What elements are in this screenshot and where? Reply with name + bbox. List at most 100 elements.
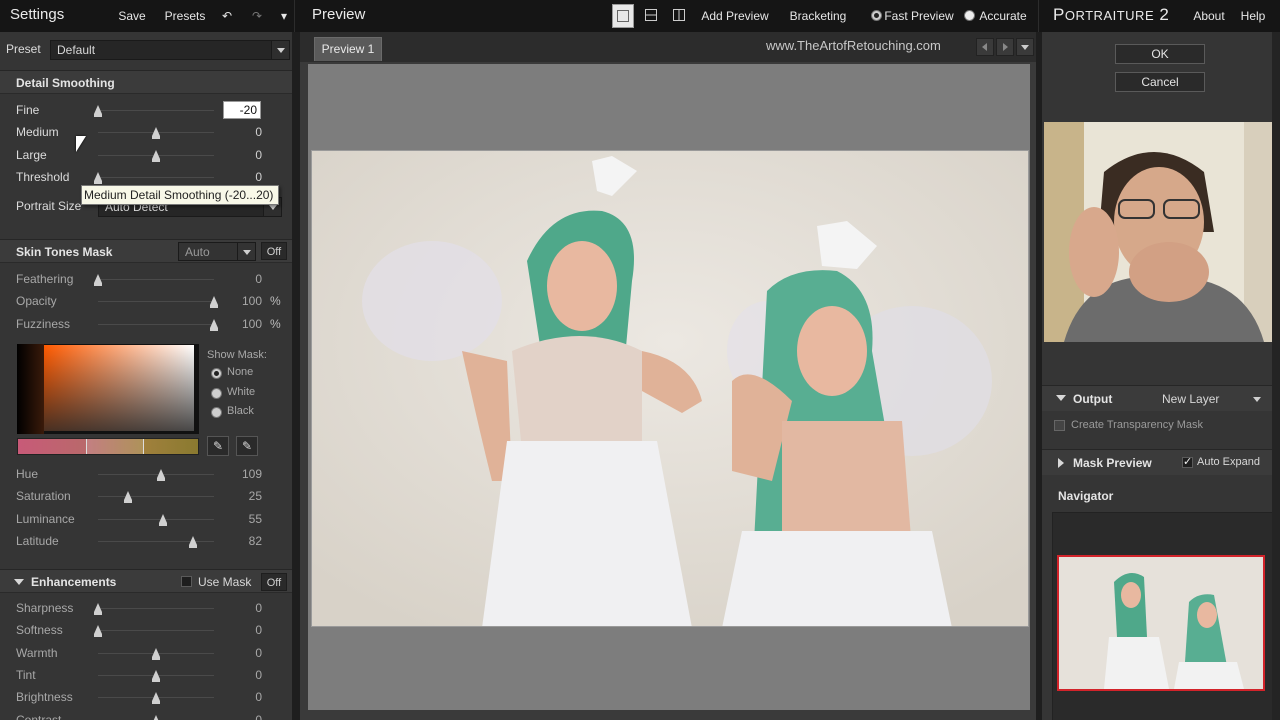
slider-value[interactable]: 0 (222, 170, 262, 184)
show-mask-label-black[interactable]: Black (227, 405, 254, 417)
split-horizontal-icon[interactable] (640, 4, 662, 28)
slider-value[interactable]: 0 (222, 690, 262, 704)
about-button[interactable]: About (1188, 4, 1230, 28)
cancel-button[interactable]: Cancel (1115, 72, 1205, 92)
slider-handle[interactable] (152, 647, 160, 660)
skin-tones-mode-dropdown[interactable]: Auto (178, 242, 256, 261)
slider-track[interactable] (94, 274, 214, 286)
slider-value[interactable]: 0 (222, 668, 262, 682)
slider-handle[interactable] (124, 491, 133, 504)
slider-value[interactable]: 0 (222, 148, 262, 162)
slider-value[interactable]: 100 (222, 317, 262, 331)
show-mask-radio-black[interactable] (211, 407, 222, 418)
slider-track[interactable] (98, 669, 214, 682)
bracketing-button[interactable]: Bracketing (788, 4, 848, 28)
slider-track[interactable] (98, 647, 214, 660)
slider-handle[interactable] (210, 296, 218, 309)
slider-handle[interactable] (152, 692, 160, 705)
slider-track[interactable] (98, 491, 214, 504)
slider-track[interactable] (98, 469, 214, 481)
save-button[interactable]: Save (112, 4, 152, 28)
skin-tones-header[interactable]: Skin Tones Mask Auto Off (0, 239, 292, 263)
add-preview-button[interactable]: Add Preview (700, 4, 770, 28)
hue-range-bar[interactable] (17, 438, 199, 455)
slider-value[interactable]: 100 (222, 294, 262, 308)
slider-handle[interactable] (94, 603, 102, 615)
fast-preview-radio[interactable] (871, 10, 882, 21)
transparency-mask-checkbox[interactable] (1054, 420, 1065, 431)
navigator-viewport[interactable] (1057, 555, 1265, 691)
show-mask-radio-white[interactable] (211, 387, 222, 399)
slider-value[interactable]: 25 (222, 489, 262, 503)
slider-handle[interactable] (156, 469, 165, 481)
split-vertical-icon[interactable] (668, 4, 690, 28)
expand-icon[interactable] (1058, 458, 1064, 468)
slider-track[interactable] (98, 513, 214, 526)
show-mask-label-none[interactable]: None (227, 366, 253, 378)
use-mask-checkbox[interactable] (181, 576, 192, 587)
slider-handle[interactable] (94, 105, 102, 117)
slider-handle[interactable] (94, 171, 102, 184)
output-dropdown[interactable]: New Layer (1155, 389, 1267, 409)
slider-track[interactable] (94, 603, 214, 615)
slider-value[interactable]: 82 (222, 534, 262, 548)
skin-color-field[interactable] (44, 345, 194, 431)
slider-track[interactable] (94, 105, 214, 117)
slider-track[interactable] (94, 625, 214, 638)
preview-photo[interactable] (311, 150, 1029, 627)
settings-menu-chevron-icon[interactable]: ▾ (276, 4, 292, 28)
slider-handle[interactable] (152, 714, 160, 720)
tab-menu-chevron-icon[interactable] (1016, 38, 1034, 56)
slider-track[interactable] (98, 296, 218, 309)
slider-handle[interactable] (152, 669, 160, 682)
slider-value[interactable]: 0 (222, 272, 262, 286)
slider-track[interactable] (98, 127, 214, 140)
slider-track[interactable] (98, 318, 218, 331)
slider-handle[interactable] (152, 149, 160, 162)
preset-dropdown[interactable]: Default (50, 40, 290, 60)
collapse-icon[interactable] (14, 579, 24, 585)
show-mask-label-white[interactable]: White (227, 386, 255, 398)
slider-handle[interactable] (152, 127, 160, 140)
slider-track[interactable] (98, 535, 214, 548)
show-mask-radio-none[interactable] (211, 368, 222, 379)
slider-value[interactable]: 0 (222, 601, 262, 615)
accurate-label[interactable]: Accurate (978, 4, 1028, 28)
tab-preview-1[interactable]: Preview 1 (314, 37, 382, 61)
scrollbar[interactable] (1272, 32, 1280, 720)
scroll-left-icon[interactable] (976, 38, 994, 56)
help-button[interactable]: Help (1236, 4, 1270, 28)
slider-handle[interactable] (158, 513, 167, 526)
slider-track[interactable] (94, 171, 214, 184)
fast-preview-label[interactable]: Fast Preview (884, 4, 954, 28)
enhancements-header[interactable]: Enhancements Use Mask Off (0, 569, 292, 593)
slider-track[interactable] (98, 149, 214, 162)
slider-handle[interactable] (210, 318, 218, 331)
slider-value[interactable]: 0 (222, 623, 262, 637)
output-header[interactable]: Output New Layer (1042, 385, 1280, 411)
accurate-radio[interactable] (964, 10, 975, 21)
redo-icon[interactable]: ↷ (246, 4, 268, 28)
slider-handle[interactable] (94, 625, 102, 638)
slider-value-input[interactable]: -20 (223, 101, 261, 119)
slider-handle[interactable] (189, 535, 198, 548)
mask-preview-header[interactable]: Mask Preview Auto Expand (1042, 449, 1280, 475)
undo-icon[interactable]: ↶ (216, 4, 238, 28)
eyedropper-icon[interactable]: ✎ (207, 436, 229, 456)
presets-button[interactable]: Presets (160, 4, 210, 28)
navigator-panel[interactable] (1052, 512, 1274, 720)
detail-smoothing-header[interactable]: Detail Smoothing (0, 70, 292, 94)
auto-expand-checkbox[interactable] (1182, 455, 1193, 468)
slider-handle[interactable] (94, 274, 102, 286)
slider-value[interactable]: 109 (222, 467, 262, 481)
slider-value[interactable]: 55 (222, 512, 262, 526)
slider-track[interactable] (98, 692, 214, 705)
scroll-right-icon[interactable] (996, 38, 1014, 56)
ok-button[interactable]: OK (1115, 44, 1205, 64)
single-view-icon[interactable] (612, 4, 634, 28)
slider-value[interactable]: 0 (222, 713, 262, 720)
skin-tones-off-button[interactable]: Off (261, 242, 287, 260)
slider-value[interactable]: 0 (222, 646, 262, 660)
enhancements-off-button[interactable]: Off (261, 573, 287, 591)
collapse-icon[interactable] (1056, 395, 1066, 401)
